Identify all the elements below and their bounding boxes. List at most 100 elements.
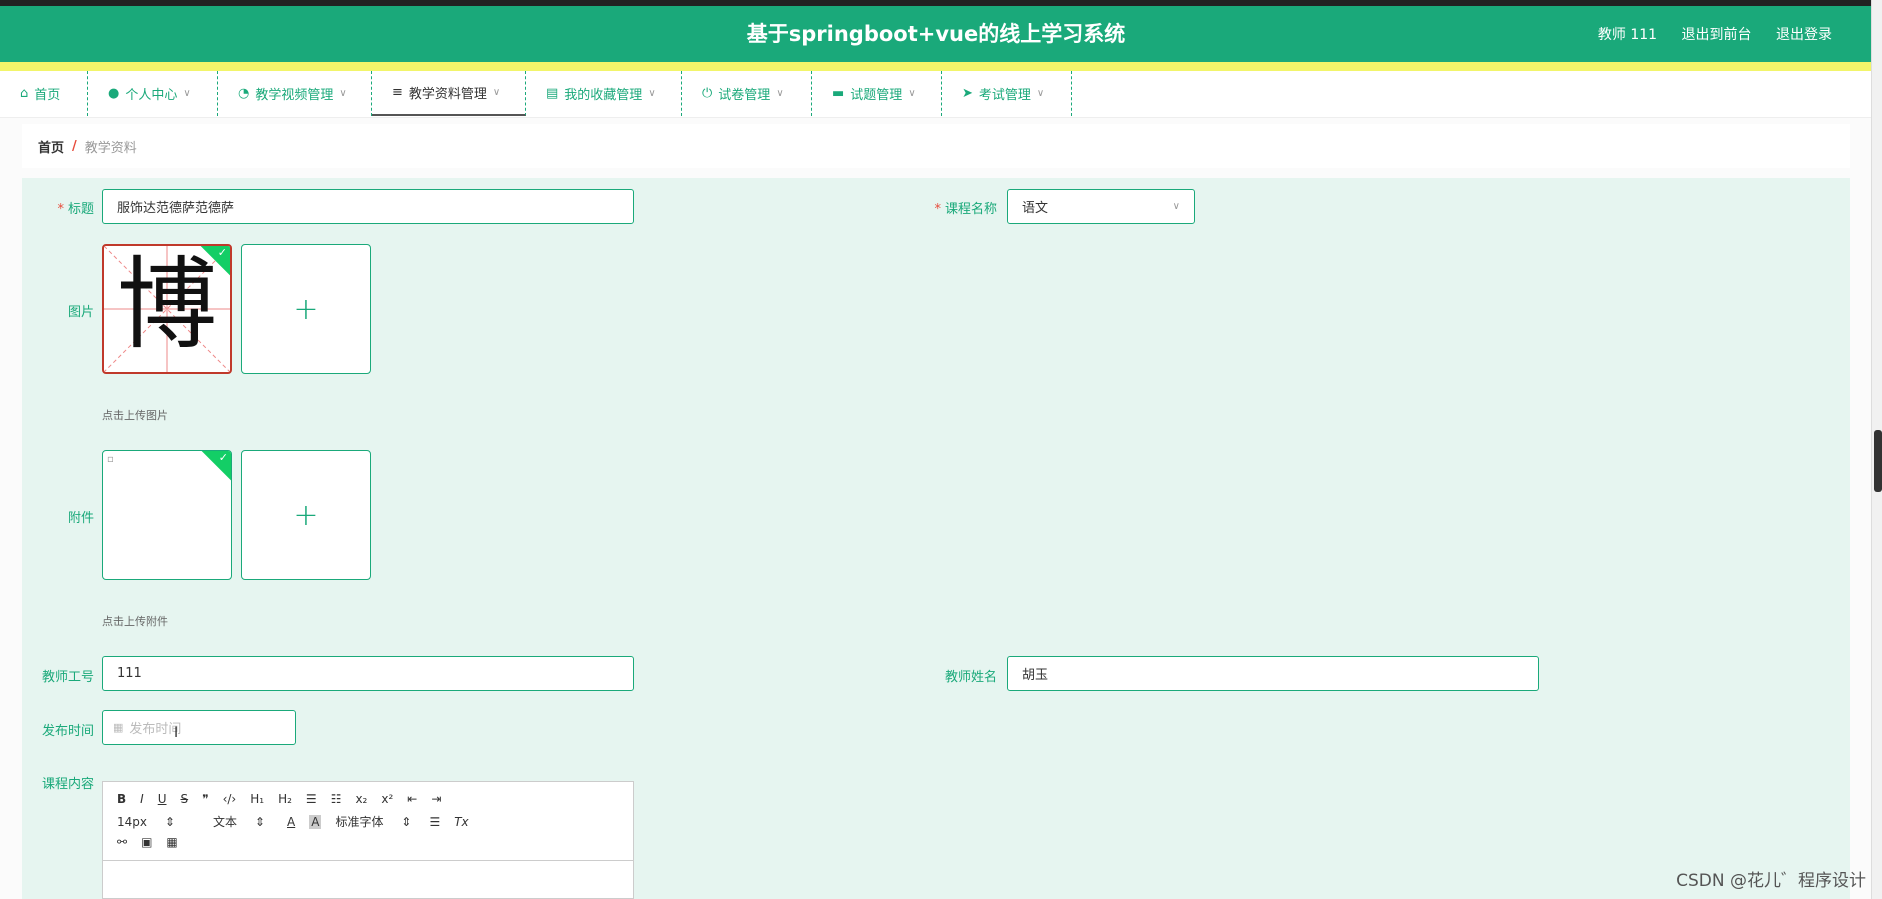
nav-item-questions[interactable]: ▬ 试题管理 ∨ <box>812 71 942 116</box>
logout-link[interactable]: 退出登录 <box>1776 27 1832 43</box>
plus-icon: + <box>293 497 319 533</box>
uploaded-image-thumb[interactable]: 博 ✓ <box>102 244 232 374</box>
chevron-down-icon: ∨ <box>339 88 347 99</box>
list-icon: ≡ <box>392 85 403 100</box>
calendar-icon: ▦ <box>113 721 124 734</box>
watermark: CSDN @花儿゛程序设计 <box>1676 871 1866 891</box>
ordered-list-icon[interactable]: ☰ <box>306 792 317 806</box>
user-name: 教师 111 <box>1597 27 1658 43</box>
publish-label: 发布时间 <box>41 724 94 739</box>
nav-item-personal[interactable]: ● 个人中心 ∨ <box>88 71 218 116</box>
image-character: 博 <box>117 246 217 363</box>
plus-icon: + <box>293 291 319 327</box>
background-color-icon[interactable]: A <box>309 814 322 829</box>
chevron-down-icon: ∨ <box>183 88 191 99</box>
text-cursor-icon: I <box>174 725 179 741</box>
format-select[interactable]: 文本 ⇕ <box>213 813 273 830</box>
nav-item-materials[interactable]: ≡ 教学资料管理 ∨ <box>372 71 526 116</box>
image-icon[interactable]: ▣ <box>141 835 152 849</box>
nav-label: 个人中心 <box>125 88 178 103</box>
image-label: 图片 <box>67 305 94 320</box>
editor-toolbar-row-3: ⚯ ▣ ▦ <box>117 835 192 849</box>
nav-item-favorites[interactable]: ▤ 我的收藏管理 ∨ <box>526 71 682 116</box>
subscript-icon[interactable]: x₂ <box>355 792 367 806</box>
content-label: 课程内容 <box>41 777 94 792</box>
add-image-button[interactable]: + <box>241 244 371 374</box>
course-label: * 课程名称 <box>934 202 997 217</box>
attach-upload-tip: 点击上传附件 <box>102 615 168 628</box>
power-icon: ⏻ <box>702 86 713 101</box>
code-icon[interactable]: ‹/› <box>223 792 237 806</box>
nav-label: 试题管理 <box>850 88 903 103</box>
title-input[interactable]: 服饰达范德萨范德萨 <box>102 189 634 224</box>
format-value: 文本 <box>213 815 238 829</box>
link-icon[interactable]: ⚯ <box>117 835 127 849</box>
font-color-icon[interactable]: A <box>287 815 295 829</box>
nav-label: 教学视频管理 <box>255 88 334 103</box>
broken-image-icon: ▫ <box>107 454 114 465</box>
breadcrumb: 首页 / 教学资料 <box>22 124 1850 168</box>
add-attachment-button[interactable]: + <box>241 450 371 580</box>
size-value: 14px <box>117 814 147 829</box>
bold-icon[interactable]: B <box>117 792 126 806</box>
underline-icon[interactable]: U <box>158 792 167 806</box>
editor-toolbar-row-1: B I U S ❞ ‹/› H₁ H₂ ☰ ☷ x₂ x² ⇤ ⇥ <box>117 792 455 806</box>
superscript-icon[interactable]: x² <box>381 792 393 806</box>
go-front-link[interactable]: 退出到前台 <box>1682 27 1752 43</box>
course-select-value: 语文 <box>1022 201 1049 216</box>
clear-format-icon[interactable]: Tx <box>454 815 468 829</box>
size-select[interactable]: 14px ⇕ <box>117 815 189 829</box>
nav-label: 教学资料管理 <box>408 87 487 102</box>
home-icon: ⌂ <box>20 86 29 101</box>
indent-icon[interactable]: ⇥ <box>431 792 441 806</box>
monitor-icon: ▬ <box>832 86 845 101</box>
uploaded-attachment-thumb[interactable]: ▫ ✓ <box>102 450 232 580</box>
scrollbar-thumb[interactable] <box>1874 430 1882 492</box>
user-icon: ● <box>108 86 120 101</box>
nav-item-home[interactable]: ⌂ 首页 <box>8 71 88 116</box>
strike-icon[interactable]: S <box>181 792 189 806</box>
image-upload-tip: 点击上传图片 <box>102 409 168 422</box>
check-icon: ✓ <box>217 246 227 259</box>
video-icon[interactable]: ▦ <box>166 835 177 849</box>
quote-icon[interactable]: ❞ <box>202 792 208 806</box>
teacher-name-label: 教师姓名 <box>944 670 997 685</box>
user-bar: 教师 111 退出到前台 退出登录 <box>1578 24 1832 44</box>
nav-item-videos[interactable]: ◔ 教学视频管理 ∨ <box>218 71 372 116</box>
align-icon[interactable]: ☰ <box>429 815 440 829</box>
title-label: * 标题 <box>57 202 94 217</box>
accent-strip <box>0 62 1872 71</box>
editor-content-area[interactable] <box>103 860 633 898</box>
nav-label: 我的收藏管理 <box>564 88 643 103</box>
nav-label: 试卷管理 <box>718 88 771 103</box>
editor-toolbar-row-2: 14px ⇕ 文本 ⇕ A A 标准字体 ⇕ ☰ Tx <box>117 813 483 830</box>
main-nav: ⌂ 首页 ● 个人中心 ∨ ◔ 教学视频管理 ∨ ≡ 教学资料管理 ∨ ▤ 我的… <box>0 71 1872 118</box>
breadcrumb-home[interactable]: 首页 <box>38 137 64 156</box>
chevron-down-icon: ∨ <box>908 88 916 99</box>
breadcrumb-separator: / <box>72 138 77 154</box>
font-select[interactable]: 标准字体 ⇕ <box>335 813 415 830</box>
course-select[interactable]: 语文 ∨ <box>1007 189 1195 224</box>
chevron-down-icon: ∨ <box>492 87 501 98</box>
rich-text-editor[interactable]: B I U S ❞ ‹/› H₁ H₂ ☰ ☷ x₂ x² ⇤ ⇥ 14px ⇕… <box>102 781 634 899</box>
outdent-icon[interactable]: ⇤ <box>407 792 417 806</box>
chevron-down-icon: ∨ <box>1172 201 1180 212</box>
font-value: 标准字体 <box>335 815 384 829</box>
nav-item-papers[interactable]: ⏻ 试卷管理 ∨ <box>682 71 812 116</box>
nav-label: 首页 <box>34 88 61 103</box>
teacher-name-input[interactable]: 胡玉 <box>1007 656 1539 691</box>
heading2-icon[interactable]: H₂ <box>278 792 292 806</box>
nav-item-exams[interactable]: ➤ 考试管理 ∨ <box>942 71 1072 116</box>
top-header: 基于springboot+vue的线上学习系统 教师 111 退出到前台 退出登… <box>0 0 1872 62</box>
page-scrollbar[interactable] <box>1871 0 1882 899</box>
chevron-down-icon: ∨ <box>648 88 656 99</box>
teacher-id-input[interactable]: 111 <box>102 656 634 691</box>
italic-icon[interactable]: I <box>140 792 144 806</box>
publish-date-picker[interactable]: ▦ 发布时间 <box>102 710 296 745</box>
clipboard-icon: ▤ <box>546 86 559 101</box>
nav-label: 考试管理 <box>978 88 1031 103</box>
chevron-down-icon: ∨ <box>776 88 784 99</box>
attach-label: 附件 <box>67 511 94 526</box>
heading1-icon[interactable]: H₁ <box>250 792 264 806</box>
bullet-list-icon[interactable]: ☷ <box>331 792 342 806</box>
